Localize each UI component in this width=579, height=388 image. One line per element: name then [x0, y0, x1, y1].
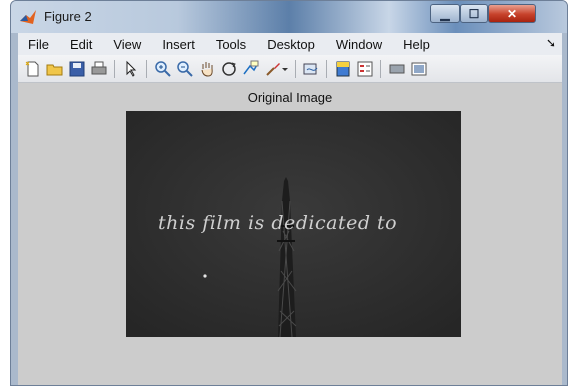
axes-title: Original Image: [247, 90, 333, 105]
zoom-in-icon[interactable]: [154, 60, 172, 78]
figure-window: Figure 2 ▁ ☐ ✕ File Edit View Insert Too…: [10, 0, 568, 386]
hide-plot-tools-icon[interactable]: [388, 60, 406, 78]
menu-dock-arrow-icon[interactable]: ➘: [546, 36, 556, 50]
link-plot-icon[interactable]: [302, 60, 320, 78]
data-cursor-icon[interactable]: [242, 60, 260, 78]
menu-bar: File Edit View Insert Tools Desktop Wind…: [18, 33, 562, 55]
insert-colorbar-icon[interactable]: [334, 60, 352, 78]
menu-insert[interactable]: Insert: [162, 37, 195, 52]
toolbar-separator: [380, 60, 381, 78]
menu-view[interactable]: View: [113, 37, 141, 52]
close-icon: ✕: [506, 6, 518, 21]
pan-hand-icon[interactable]: [198, 60, 216, 78]
rotate-3d-icon[interactable]: [220, 60, 238, 78]
menu-file[interactable]: File: [28, 37, 49, 52]
show-plot-tools-icon[interactable]: [410, 60, 428, 78]
brush-dropdown-icon[interactable]: [280, 60, 290, 78]
image-caption: this film is dedicated to: [158, 212, 398, 234]
matlab-logo-icon: [20, 10, 36, 24]
figure-toolbar: [18, 55, 562, 83]
menu-desktop[interactable]: Desktop: [267, 37, 315, 52]
menu-edit[interactable]: Edit: [70, 37, 92, 52]
menu-help[interactable]: Help: [403, 37, 430, 52]
maximize-button[interactable]: ☐: [460, 4, 488, 23]
figure-canvas: Original Image this film is dedicated to: [18, 83, 562, 385]
menu-window[interactable]: Window: [336, 37, 382, 52]
toolbar-separator: [295, 60, 296, 78]
minimize-button[interactable]: ▁: [430, 4, 460, 23]
open-file-icon[interactable]: [46, 60, 64, 78]
window-title: Figure 2: [44, 9, 92, 24]
toolbar-separator: [326, 60, 327, 78]
maximize-icon: ☐: [468, 6, 480, 21]
save-icon[interactable]: [68, 60, 86, 78]
toolbar-separator: [146, 60, 147, 78]
insert-legend-icon[interactable]: [356, 60, 374, 78]
new-figure-icon[interactable]: [24, 60, 42, 78]
toolbar-separator: [114, 60, 115, 78]
edit-plot-arrow-icon[interactable]: [122, 60, 140, 78]
minimize-icon: ▁: [440, 6, 450, 21]
title-bar[interactable]: Figure 2 ▁ ☐ ✕: [11, 1, 567, 33]
image-display: this film is dedicated to: [126, 111, 461, 337]
menu-tools[interactable]: Tools: [216, 37, 246, 52]
print-icon[interactable]: [90, 60, 108, 78]
close-button[interactable]: ✕: [488, 4, 536, 23]
zoom-out-icon[interactable]: [176, 60, 194, 78]
